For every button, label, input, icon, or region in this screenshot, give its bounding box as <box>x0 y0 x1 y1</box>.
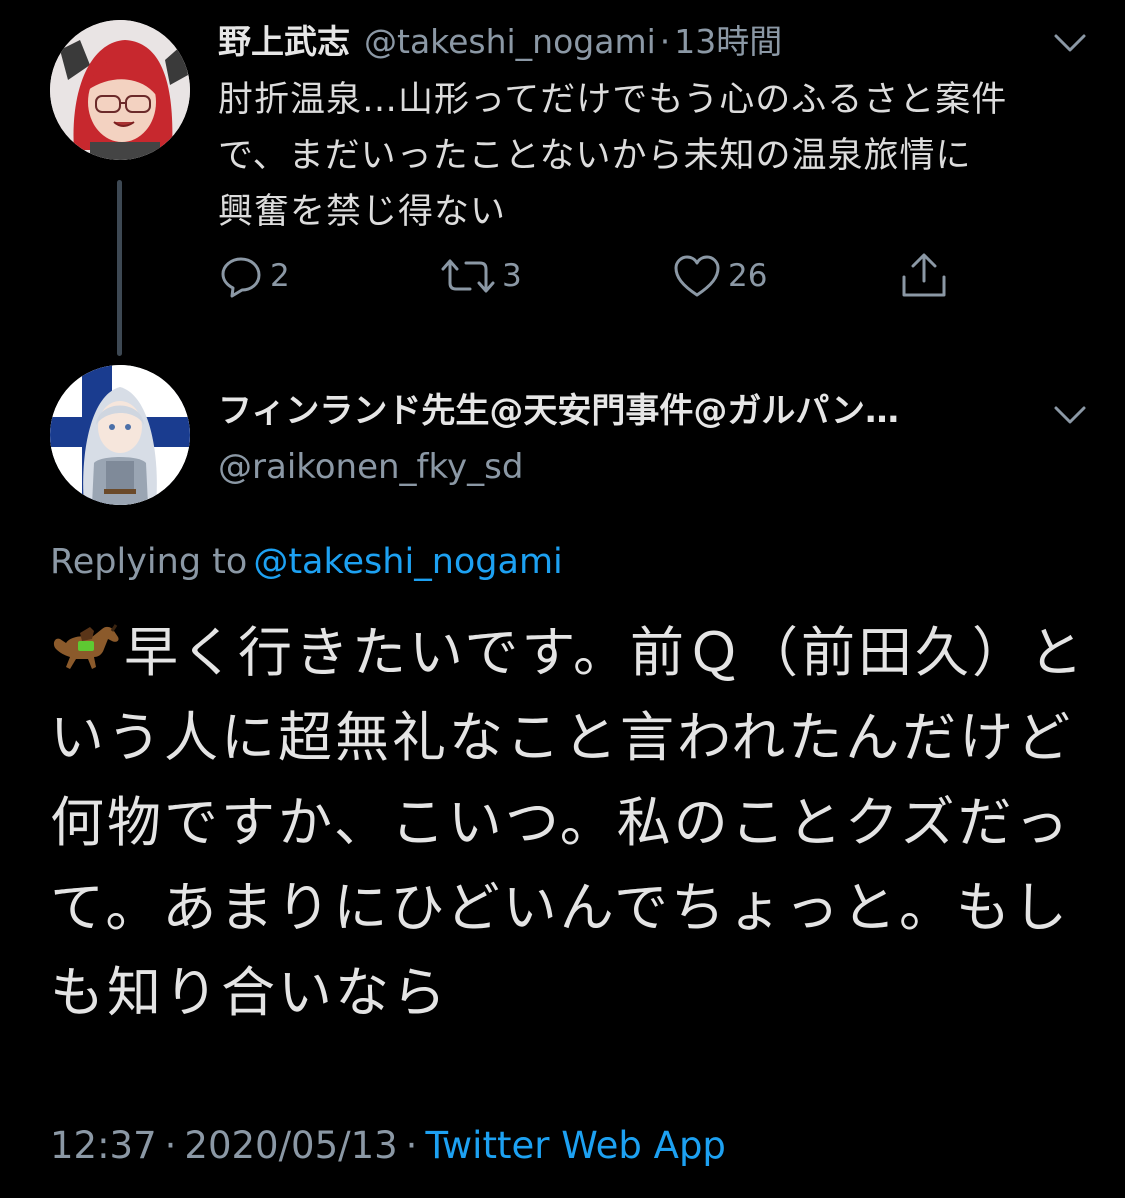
reply-author-name[interactable]: フィンランド先生@天安門事件@ガルパン… <box>218 386 899 436</box>
author-handle[interactable]: @takeshi_nogami <box>364 22 656 61</box>
author-avatar-parent[interactable] <box>50 20 190 160</box>
tweet-meta: 12:37 · 2020/05/13 · Twitter Web App <box>50 1118 726 1174</box>
retweet-icon <box>441 259 495 293</box>
author-avatar-reply[interactable] <box>50 365 190 505</box>
source-app-link[interactable]: Twitter Web App <box>425 1124 725 1167</box>
chevron-down-icon[interactable] <box>1050 28 1090 58</box>
separator-dot: · <box>164 1124 177 1167</box>
like-action[interactable]: 26 <box>672 250 767 302</box>
reply-count: 2 <box>270 258 290 294</box>
parent-tweet-header: 野上武志 @takeshi_nogami · 13時間 <box>218 18 782 66</box>
share-action[interactable] <box>898 250 950 302</box>
tweet-time[interactable]: 13時間 <box>674 22 782 61</box>
reply-tweet-text: 早く行きたいです。前Ｑ（前田久）という人に超無礼なこと言われたんだけど何物ですか… <box>50 610 1090 1035</box>
reply-tweet-body: 早く行きたいです。前Ｑ（前田久）という人に超無礼なこと言われたんだけど何物ですか… <box>50 621 1086 1024</box>
tweet-date[interactable]: 2020/05/13 <box>184 1124 397 1167</box>
retweet-count: 3 <box>502 258 522 294</box>
retweet-action[interactable]: 3 <box>440 250 522 302</box>
reply-action[interactable]: 2 <box>218 250 290 302</box>
racehorse-icon <box>50 616 122 674</box>
thread-connector-line <box>117 180 122 356</box>
replying-to-label: Replying to <box>50 542 248 582</box>
parent-tweet-text: 肘折温泉…山形ってだけでもう心のふるさと案件 で、まだいったことないから未知の温… <box>218 80 1008 232</box>
heart-icon <box>674 255 720 297</box>
like-count: 26 <box>728 258 768 294</box>
replying-to-link[interactable]: @takeshi_nogami <box>253 542 562 582</box>
chevron-down-icon[interactable] <box>1050 400 1090 430</box>
author-name[interactable]: 野上武志 <box>218 22 350 61</box>
separator-dot: · <box>659 22 671 61</box>
tweet-timestamp[interactable]: 12:37 <box>50 1124 157 1167</box>
share-icon <box>902 253 946 297</box>
replying-to-line: Replying to @takeshi_nogami <box>50 535 563 589</box>
reply-author-handle[interactable]: @raikonen_fky_sd <box>218 442 523 492</box>
reply-icon <box>221 257 261 298</box>
separator-dot: · <box>405 1124 418 1167</box>
